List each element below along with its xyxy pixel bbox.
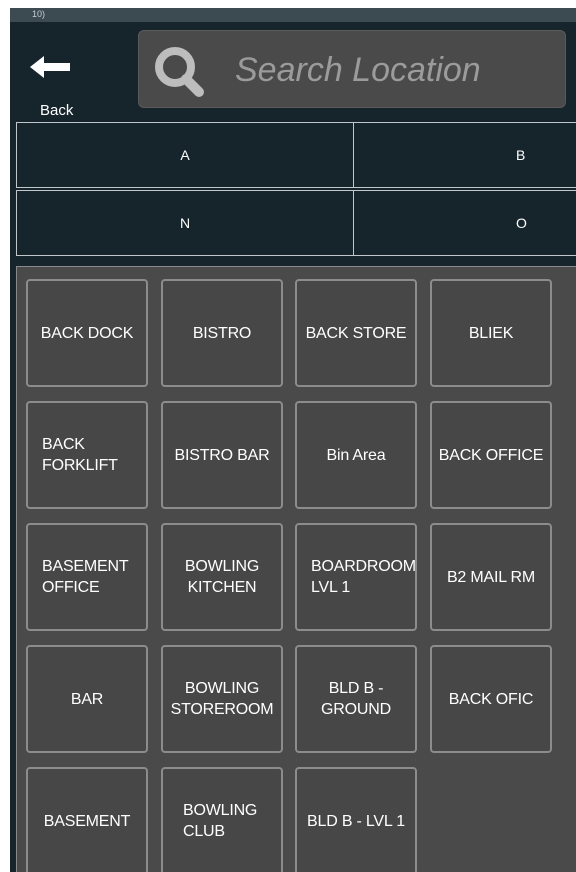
search-icon bbox=[151, 45, 213, 102]
location-tile[interactable]: B2 MAIL RM bbox=[430, 523, 552, 631]
location-tile[interactable]: BLD B - LVL 1 bbox=[295, 767, 417, 872]
location-tile[interactable]: BACK FORKLIFT bbox=[26, 401, 148, 509]
location-tile[interactable]: BASEMENT bbox=[26, 767, 148, 872]
back-label: Back bbox=[40, 102, 74, 119]
location-tile[interactable]: BISTRO bbox=[161, 279, 283, 387]
location-tile[interactable]: BOARDROOM LVL 1 bbox=[295, 523, 417, 631]
location-tile[interactable]: BACK DOCK bbox=[26, 279, 148, 387]
alpha-tab-b[interactable]: B bbox=[353, 122, 576, 188]
arrow-left-icon bbox=[30, 52, 70, 87]
back-button[interactable]: Back bbox=[24, 52, 94, 119]
alpha-tab-a[interactable]: A bbox=[16, 122, 354, 188]
location-tile[interactable]: BACK STORE bbox=[295, 279, 417, 387]
alpha-tab-o[interactable]: O bbox=[353, 190, 576, 256]
location-tile[interactable]: Bin Area bbox=[295, 401, 417, 509]
location-picker-app: 10) Back Search Location A B N O BACK DO… bbox=[10, 8, 576, 872]
location-tile[interactable]: BASEMENT OFFICE bbox=[26, 523, 148, 631]
location-tile[interactable]: BLIEK bbox=[430, 279, 552, 387]
location-tile[interactable]: BACK OFIC bbox=[430, 645, 552, 753]
alpha-tab-n[interactable]: N bbox=[16, 190, 354, 256]
location-tile[interactable]: BAR bbox=[26, 645, 148, 753]
location-tile[interactable]: BISTRO BAR bbox=[161, 401, 283, 509]
status-strip: 10) bbox=[10, 8, 576, 22]
search-placeholder: Search Location bbox=[235, 51, 481, 89]
location-tile[interactable]: BOWLING CLUB bbox=[161, 767, 283, 872]
location-tile[interactable]: BACK OFFICE bbox=[430, 401, 552, 509]
location-tile[interactable]: BOWLING STOREROOM bbox=[161, 645, 283, 753]
alphabet-filter: A B N O bbox=[16, 122, 576, 258]
search-location-input[interactable]: Search Location bbox=[138, 30, 566, 108]
location-tile[interactable]: BOWLING KITCHEN bbox=[161, 523, 283, 631]
location-tile[interactable]: BLD B - GROUND bbox=[295, 645, 417, 753]
location-grid: BACK DOCK BISTRO BACK STORE BLIEK BACK F… bbox=[16, 266, 576, 872]
